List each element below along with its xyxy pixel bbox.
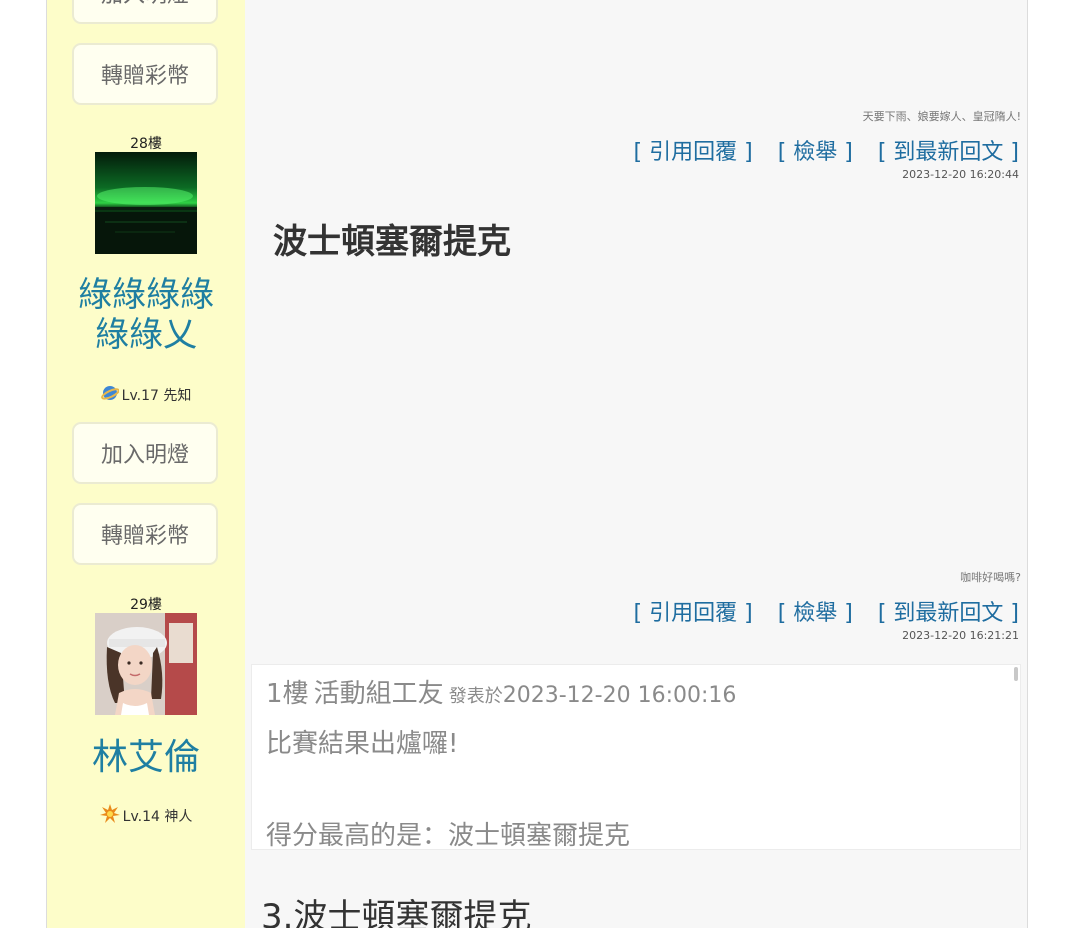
post-timestamp: 2023-12-20 16:21:21: [902, 629, 1019, 642]
user-level: Lv.14 神人: [47, 804, 245, 828]
quote-floor: 1樓: [266, 679, 309, 709]
signature: 咖啡好喝嗎?: [960, 571, 1021, 584]
level-text: Lv.17 先知: [121, 388, 192, 404]
post-actions: [ 引用回覆 ] [ 檢舉 ] [ 到最新回文 ]: [616, 134, 1019, 166]
post-29: 29樓 林艾倫 Lv.14 神人 [引用回覆] [檢舉] [到最新回文…: [47, 589, 1027, 928]
profile-avatar-image: [95, 613, 197, 715]
add-light-button[interactable]: 加入明燈: [72, 422, 218, 484]
quote-posted-time: 2023-12-20 16:00:16: [502, 683, 737, 708]
planet-icon: [100, 384, 120, 406]
quote-reply-link[interactable]: [ 引用回覆 ]: [634, 601, 753, 626]
quote-line-1: 比賽結果出爐囉!: [266, 729, 459, 759]
quote-posted-prefix: 發表於: [448, 686, 503, 707]
level-text: Lv.14 神人: [122, 809, 193, 825]
quote-block[interactable]: 1樓 活動組工友 發表於2023-12-20 16:00:16 比賽結果出爐囉!…: [251, 664, 1021, 850]
user-level: Lv.17 先知: [47, 384, 245, 406]
quote-line-2: 得分最高的是：波士頓塞爾提克: [266, 821, 631, 850]
post-28: 28樓 綠綠綠綠 綠綠乂 Lv.17 先知 加入明燈 轉贈彩幣 [引用回覆]…: [47, 128, 1027, 591]
post-27: 加入明燈 轉贈彩幣 天要下雨、娘要嫁人、皇冠隋人!: [47, 0, 1027, 130]
thread-container: 加入明燈 轉贈彩幣 天要下雨、娘要嫁人、皇冠隋人! 28樓: [46, 0, 1028, 928]
latest-reply-link[interactable]: [ 到最新回文 ]: [878, 601, 1019, 626]
username-line-2: 綠綠乂: [95, 315, 197, 355]
post-content: 天要下雨、娘要嫁人、皇冠隋人!: [245, 0, 1027, 128]
signature: 天要下雨、娘要嫁人、皇冠隋人!: [862, 110, 1021, 123]
post-timestamp: 2023-12-20 16:20:44: [902, 168, 1019, 181]
username-line-1: 綠綠綠綠: [78, 275, 214, 315]
quote-author: 活動組工友: [313, 679, 444, 709]
post-content: [ 引用回覆 ] [ 檢舉 ] [ 到最新回文 ] 2023-12-20 16:…: [245, 589, 1027, 928]
post-body: 3.波士頓塞爾提克: [261, 897, 532, 928]
quote-header: 1樓 活動組工友 發表於2023-12-20 16:00:16: [266, 673, 736, 710]
username[interactable]: 林艾倫: [47, 738, 245, 778]
post-actions: [ 引用回覆 ] [ 檢舉 ] [ 到最新回文 ]: [616, 595, 1019, 627]
quote-reply-link[interactable]: [ 引用回覆 ]: [634, 140, 753, 165]
gift-coins-button[interactable]: 轉贈彩幣: [72, 503, 218, 565]
floor-number: 29樓: [130, 597, 162, 613]
gift-coins-button[interactable]: 轉贈彩幣: [72, 43, 218, 105]
post-body: 波士頓塞爾提克: [273, 222, 511, 262]
avatar[interactable]: [95, 152, 197, 254]
aurora-avatar-image: [95, 152, 197, 254]
add-light-button[interactable]: 加入明燈: [72, 0, 218, 24]
avatar[interactable]: [95, 613, 197, 715]
username[interactable]: 綠綠綠綠 綠綠乂: [47, 275, 245, 355]
user-sidebar: 29樓 林艾倫 Lv.14 神人: [47, 589, 245, 928]
report-link[interactable]: [ 檢舉 ]: [778, 601, 853, 626]
user-sidebar: 加入明燈 轉贈彩幣: [47, 0, 245, 128]
user-sidebar: 28樓 綠綠綠綠 綠綠乂 Lv.17 先知 加入明燈 轉贈彩幣: [47, 128, 245, 589]
post-content: [ 引用回覆 ] [ 檢舉 ] [ 到最新回文 ] 2023-12-20 16:…: [245, 128, 1027, 589]
floor-number: 28樓: [130, 136, 162, 152]
quote-scrollbar[interactable]: [1014, 667, 1018, 681]
latest-reply-link[interactable]: [ 到最新回文 ]: [878, 140, 1019, 165]
report-link[interactable]: [ 檢舉 ]: [778, 140, 853, 165]
burst-icon: [99, 804, 120, 828]
